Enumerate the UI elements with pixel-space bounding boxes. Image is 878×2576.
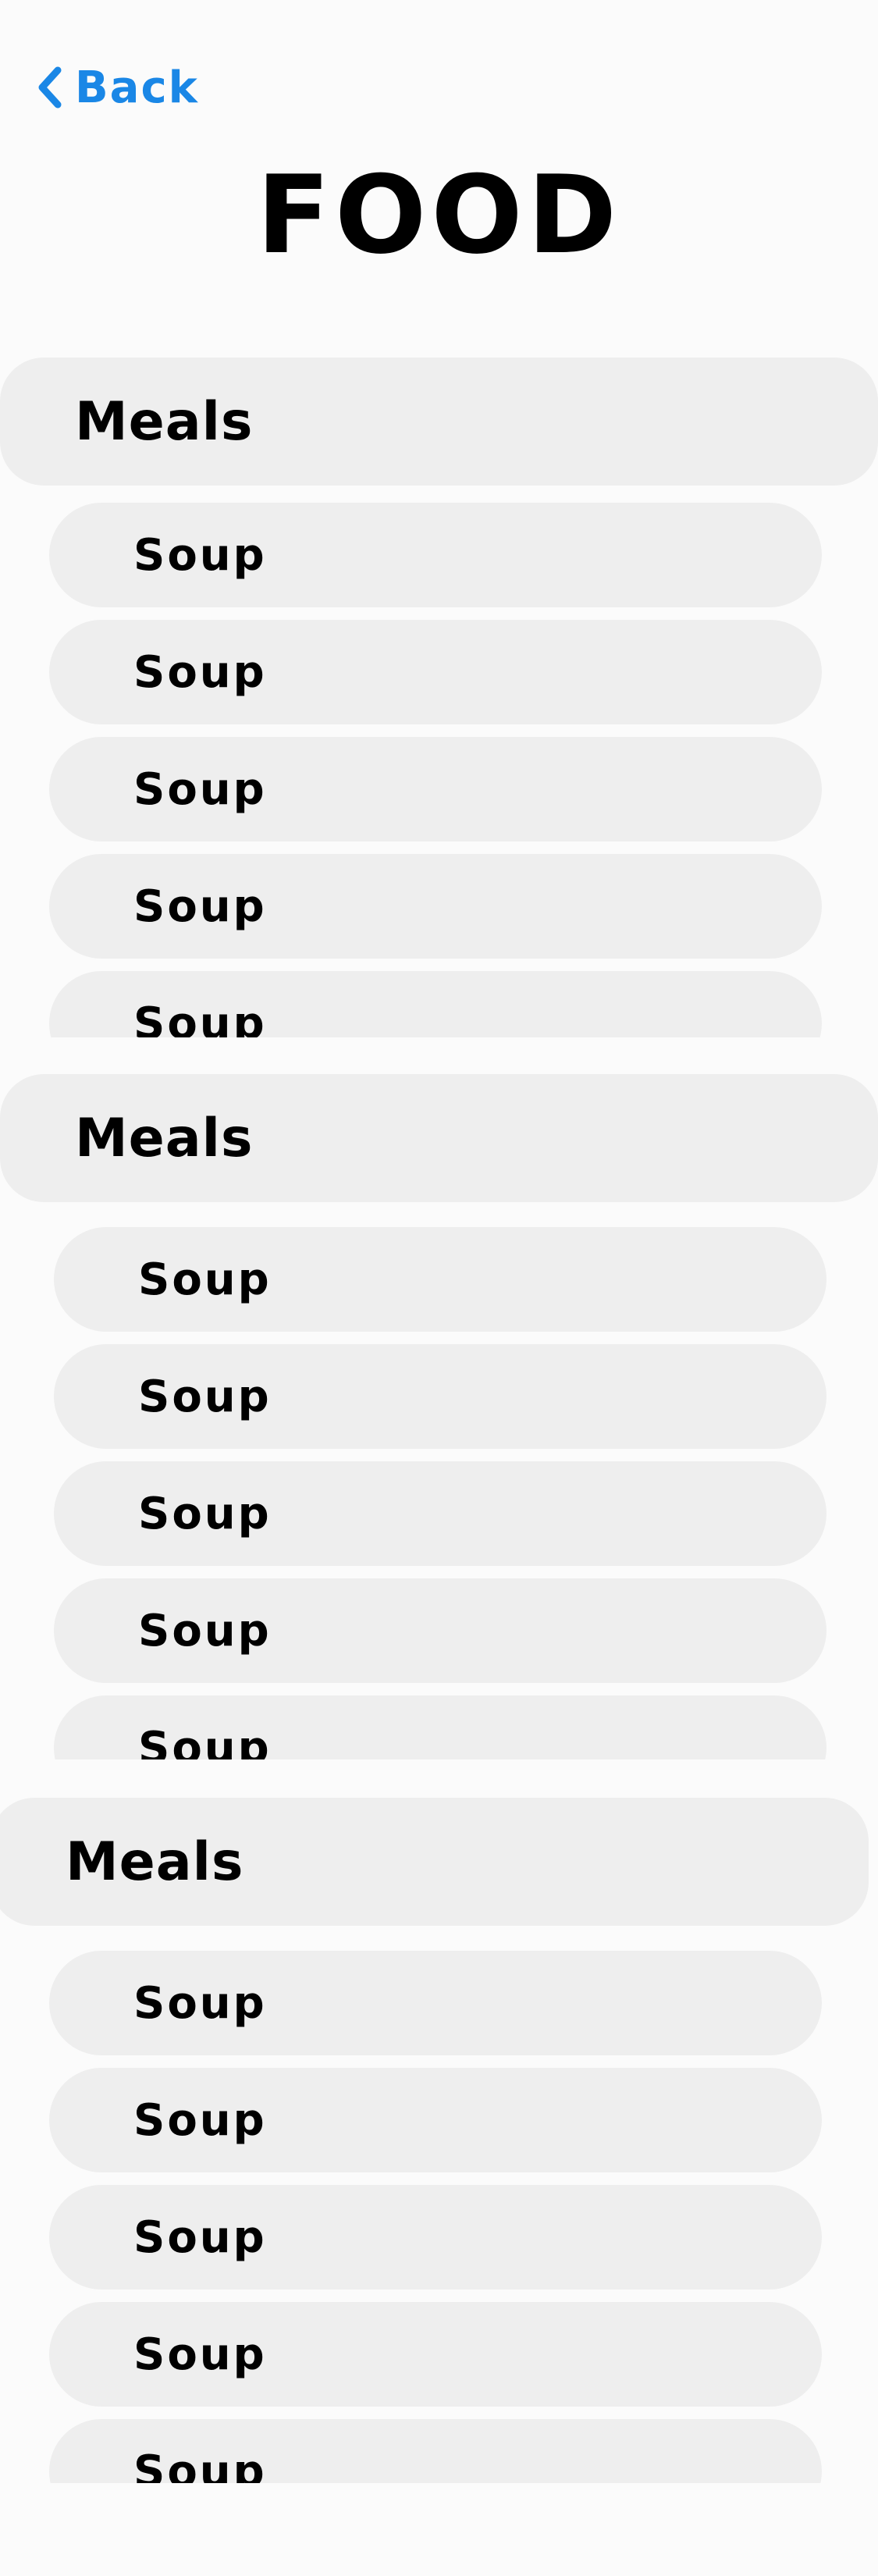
group-items: Soup Soup Soup Soup Soup [54,1227,826,1759]
back-label: Back [75,62,199,113]
item-label: Soup [133,2329,267,2380]
page-title: FOOD [256,152,622,278]
item-label: Soup [133,2211,267,2263]
list-item[interactable]: Soup [49,854,822,959]
item-label: Soup [133,529,267,581]
list-item[interactable]: Soup [54,1344,826,1449]
list-item[interactable]: Soup [49,2068,822,2172]
chevron-left-icon [38,66,62,109]
item-label: Soup [138,1722,272,1760]
item-label: Soup [133,646,267,698]
list-item[interactable]: Soup [49,2302,822,2407]
item-label: Soup [138,1254,272,1305]
list-item[interactable]: Soup [54,1578,826,1683]
list-item[interactable]: Soup [49,737,822,841]
item-label: Soup [133,2094,267,2146]
list-item[interactable]: Soup [54,1461,826,1566]
group-header-meals[interactable]: Meals [0,358,878,486]
group-items: Soup Soup Soup Soup Soup [49,1951,822,2483]
item-label: Soup [138,1488,272,1539]
item-label: Soup [138,1371,272,1422]
group-header-meals[interactable]: Meals [0,1074,878,1202]
item-label: Soup [138,1605,272,1656]
list-item[interactable]: Soup [49,620,822,724]
back-button[interactable]: Back [34,58,199,117]
item-label: Soup [133,2446,267,2484]
item-label: Soup [133,1977,267,2029]
item-label: Soup [133,881,267,932]
list-item[interactable]: Soup [49,2185,822,2290]
list-item[interactable]: Soup [49,971,822,1037]
list-item[interactable]: Soup [49,2419,822,2483]
item-label: Soup [133,763,267,815]
group-label: Meals [75,1107,254,1169]
item-label: Soup [133,998,267,1038]
group-label: Meals [75,390,254,453]
group-header-meals[interactable]: Meals [0,1798,869,1926]
group-items: Soup Soup Soup Soup Soup [49,503,822,1037]
list-item[interactable]: Soup [54,1695,826,1759]
group-label: Meals [66,1831,244,1893]
list-item[interactable]: Soup [54,1227,826,1332]
list-item[interactable]: Soup [49,1951,822,2055]
list-item[interactable]: Soup [49,503,822,607]
